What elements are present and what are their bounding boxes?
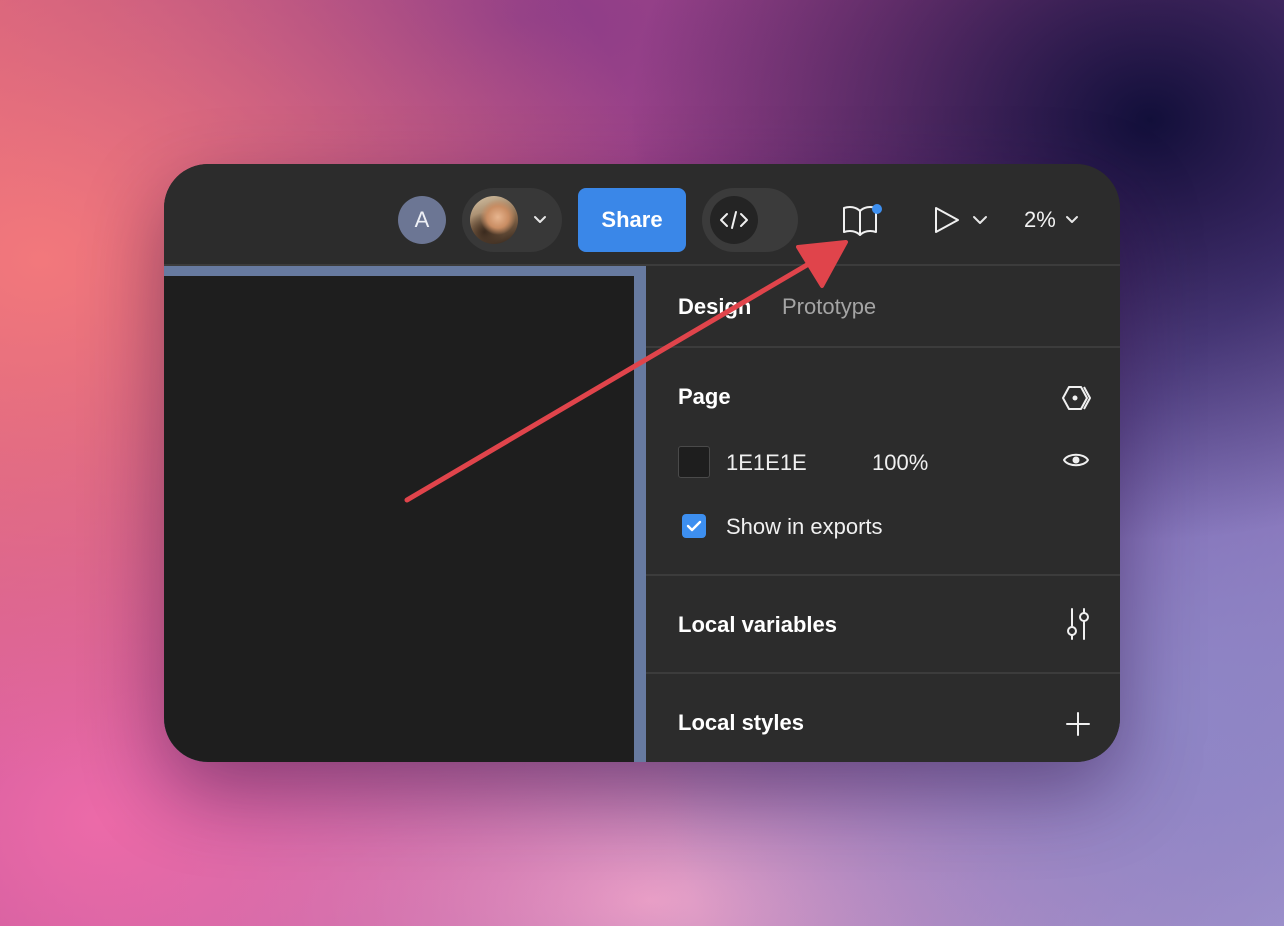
canvas-frame[interactable] [164,276,634,762]
eye-icon[interactable] [1062,450,1090,470]
page-color-hex[interactable]: 1E1E1E [726,450,807,476]
page-color-swatch[interactable] [678,446,710,478]
hexagon-settings-icon[interactable] [1060,384,1092,412]
sliders-icon[interactable] [1064,606,1092,642]
user-avatar-initial[interactable]: A [398,196,446,244]
plus-icon[interactable] [1064,710,1092,738]
share-button[interactable]: Share [578,188,686,252]
tab-prototype[interactable]: Prototype [782,294,876,320]
local-variables-title: Local variables [678,612,837,637]
section-divider [646,672,1120,674]
tab-design[interactable]: Design [678,294,751,320]
zoom-level: 2% [1024,207,1056,232]
notification-dot [872,204,882,214]
page-color-opacity[interactable]: 100% [872,450,928,476]
chevron-down-icon [534,216,546,223]
show-in-exports-label[interactable]: Show in exports [726,514,883,540]
code-brackets-icon [710,196,758,244]
panel-tabs: Design Prototype [646,266,1120,348]
page-section-title: Page [678,384,731,409]
figma-window: A Share 2% Design Prototype Page 1E1E1E … [164,164,1120,762]
zoom-dropdown[interactable]: 2% [1024,202,1094,238]
user-avatar-photo [470,196,518,244]
play-icon [935,207,987,233]
top-toolbar: A Share 2% [164,164,1120,266]
checkmark-icon [686,520,702,532]
present-button[interactable] [930,202,994,238]
properties-panel: Design Prototype Page 1E1E1E 100% Show i… [646,266,1120,762]
dev-mode-toggle[interactable] [702,188,798,252]
section-divider [646,574,1120,576]
canvas[interactable] [164,266,646,762]
local-styles-title: Local styles [678,710,804,735]
chevron-down-icon [1065,216,1078,223]
show-in-exports-checkbox[interactable] [682,514,706,538]
multiplayer-user-dropdown[interactable] [462,188,562,252]
